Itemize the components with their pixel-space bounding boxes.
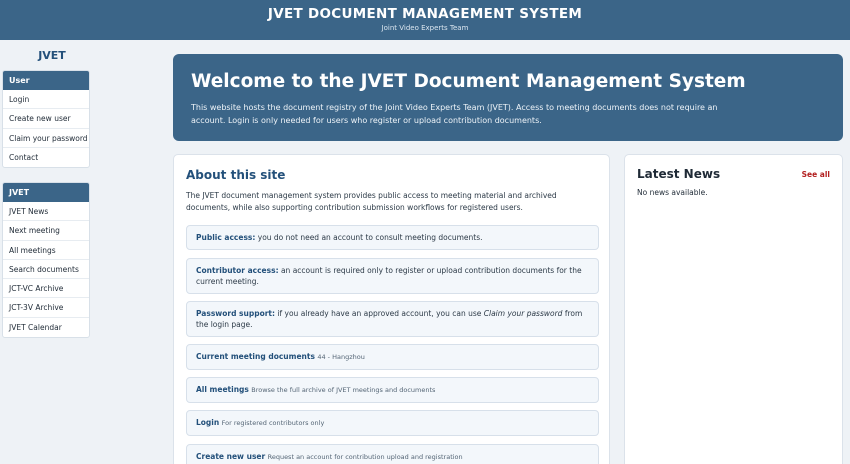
about-panel: About this site The JVET document manage… [173,154,610,464]
welcome-title: Welcome to the JVET Document Management … [191,71,746,92]
nav-jct3v-archive[interactable]: JCT-3V Archive [3,298,89,318]
nav-all-meetings[interactable]: All meetings [3,241,89,260]
feature-contributor-access: Contributor access: an account is requir… [186,258,599,294]
jvet-nav: JVET JVET News Next meeting All meetings… [2,182,90,339]
user-nav: User Login Create new user Claim your pa… [2,70,90,169]
nav-jctvc-archive[interactable]: JCT-VC Archive [3,279,89,299]
link-desc: Request an account for contribution uplo… [267,453,463,461]
news-empty-message: No news available. [637,188,708,197]
nav-jvet-calendar[interactable]: JVET Calendar [3,318,89,337]
feature-public-access: Public access: you do not need an accoun… [186,225,599,250]
nav-create-user[interactable]: Create new user [3,109,89,129]
nav-login[interactable]: Login [3,90,89,110]
nav-contact[interactable]: Contact [3,148,89,167]
jvet-nav-heading: JVET [3,183,89,202]
link-label: Login [196,418,220,427]
nav-jvet-news[interactable]: JVET News [3,202,89,222]
news-panel: Latest News See all No news available. [624,154,843,464]
feature-label: Public access: [196,233,256,242]
link-all-meetings[interactable]: All meetings Browse the full archive of … [186,377,599,403]
sidebar-title: JVET [38,49,66,62]
site-title: JVET DOCUMENT MANAGEMENT SYSTEM [267,6,583,22]
user-nav-heading: User [3,71,89,90]
link-desc: 44 - Hangzhou [317,353,365,361]
link-desc: Browse the full archive of JVET meetings… [251,386,436,394]
nav-search-documents[interactable]: Search documents [3,260,89,280]
site-subtitle: Joint Video Experts Team [381,24,469,32]
link-login[interactable]: Login For registered contributors only [186,410,599,436]
link-label: Create new user [196,452,266,461]
feature-text: if you already have an approved account,… [275,309,484,318]
welcome-banner: Welcome to the JVET Document Management … [173,54,843,141]
link-label: All meetings [196,385,249,394]
feature-label: Contributor access: [196,266,279,275]
link-desc: For registered contributors only [221,419,325,427]
feature-text: you do not need an account to consult me… [255,233,483,242]
link-current-meeting-documents[interactable]: Current meeting documents 44 - Hangzhou [186,344,599,370]
nav-claim-password[interactable]: Claim your password [3,129,89,148]
link-label: Current meeting documents [196,352,315,361]
claim-password-emphasis: Claim your password [483,309,563,318]
link-create-new-user[interactable]: Create new user Request an account for c… [186,444,599,464]
about-intro: The JVET document management system prov… [186,191,557,212]
welcome-text: This website hosts the document registry… [191,103,718,125]
about-title: About this site [186,168,286,182]
feature-password-support: Password support: if you already have an… [186,301,599,337]
feature-label: Password support: [196,309,276,318]
nav-next-meeting[interactable]: Next meeting [3,221,89,241]
see-all-link[interactable]: See all [802,170,830,179]
site-header: JVET DOCUMENT MANAGEMENT SYSTEM Joint Vi… [0,0,850,40]
